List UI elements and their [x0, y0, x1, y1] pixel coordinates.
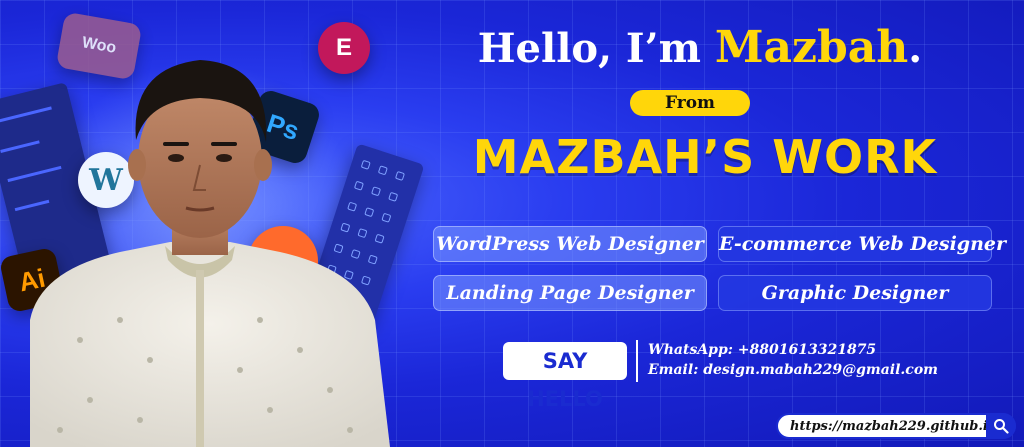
portrait-photo	[30, 60, 390, 447]
contact-divider	[636, 340, 638, 382]
headline-name: Mazbah	[714, 22, 909, 73]
website-url-bar[interactable]: https://mazbah229.github.io/	[776, 413, 1016, 439]
website-url-text[interactable]: https://mazbah229.github.io/	[790, 419, 1001, 434]
service-wordpress: WordPress Web Designer	[433, 226, 707, 262]
service-graphic: Graphic Designer	[718, 275, 992, 311]
brand-title: MAZBAH’S WORK	[472, 130, 938, 184]
headline-greeting: Hello, I’m	[477, 25, 715, 72]
hero-banner: Woo E Ps W Ai ce	[0, 0, 1024, 447]
headline-period: .	[908, 25, 923, 72]
whatsapp-contact[interactable]: WhatsApp: +8801613321875	[648, 342, 876, 358]
service-landing-page: Landing Page Designer	[433, 275, 707, 311]
from-badge: From	[630, 90, 750, 116]
say-hello-button[interactable]: SAY HELLO	[503, 342, 627, 411]
headline: Hello, I’m Mazbah.	[430, 22, 970, 73]
email-contact[interactable]: Email: design.mabah229@gmail.com	[648, 362, 938, 378]
search-icon[interactable]	[986, 413, 1016, 439]
service-ecommerce: E-commerce Web Designer	[718, 226, 1006, 262]
